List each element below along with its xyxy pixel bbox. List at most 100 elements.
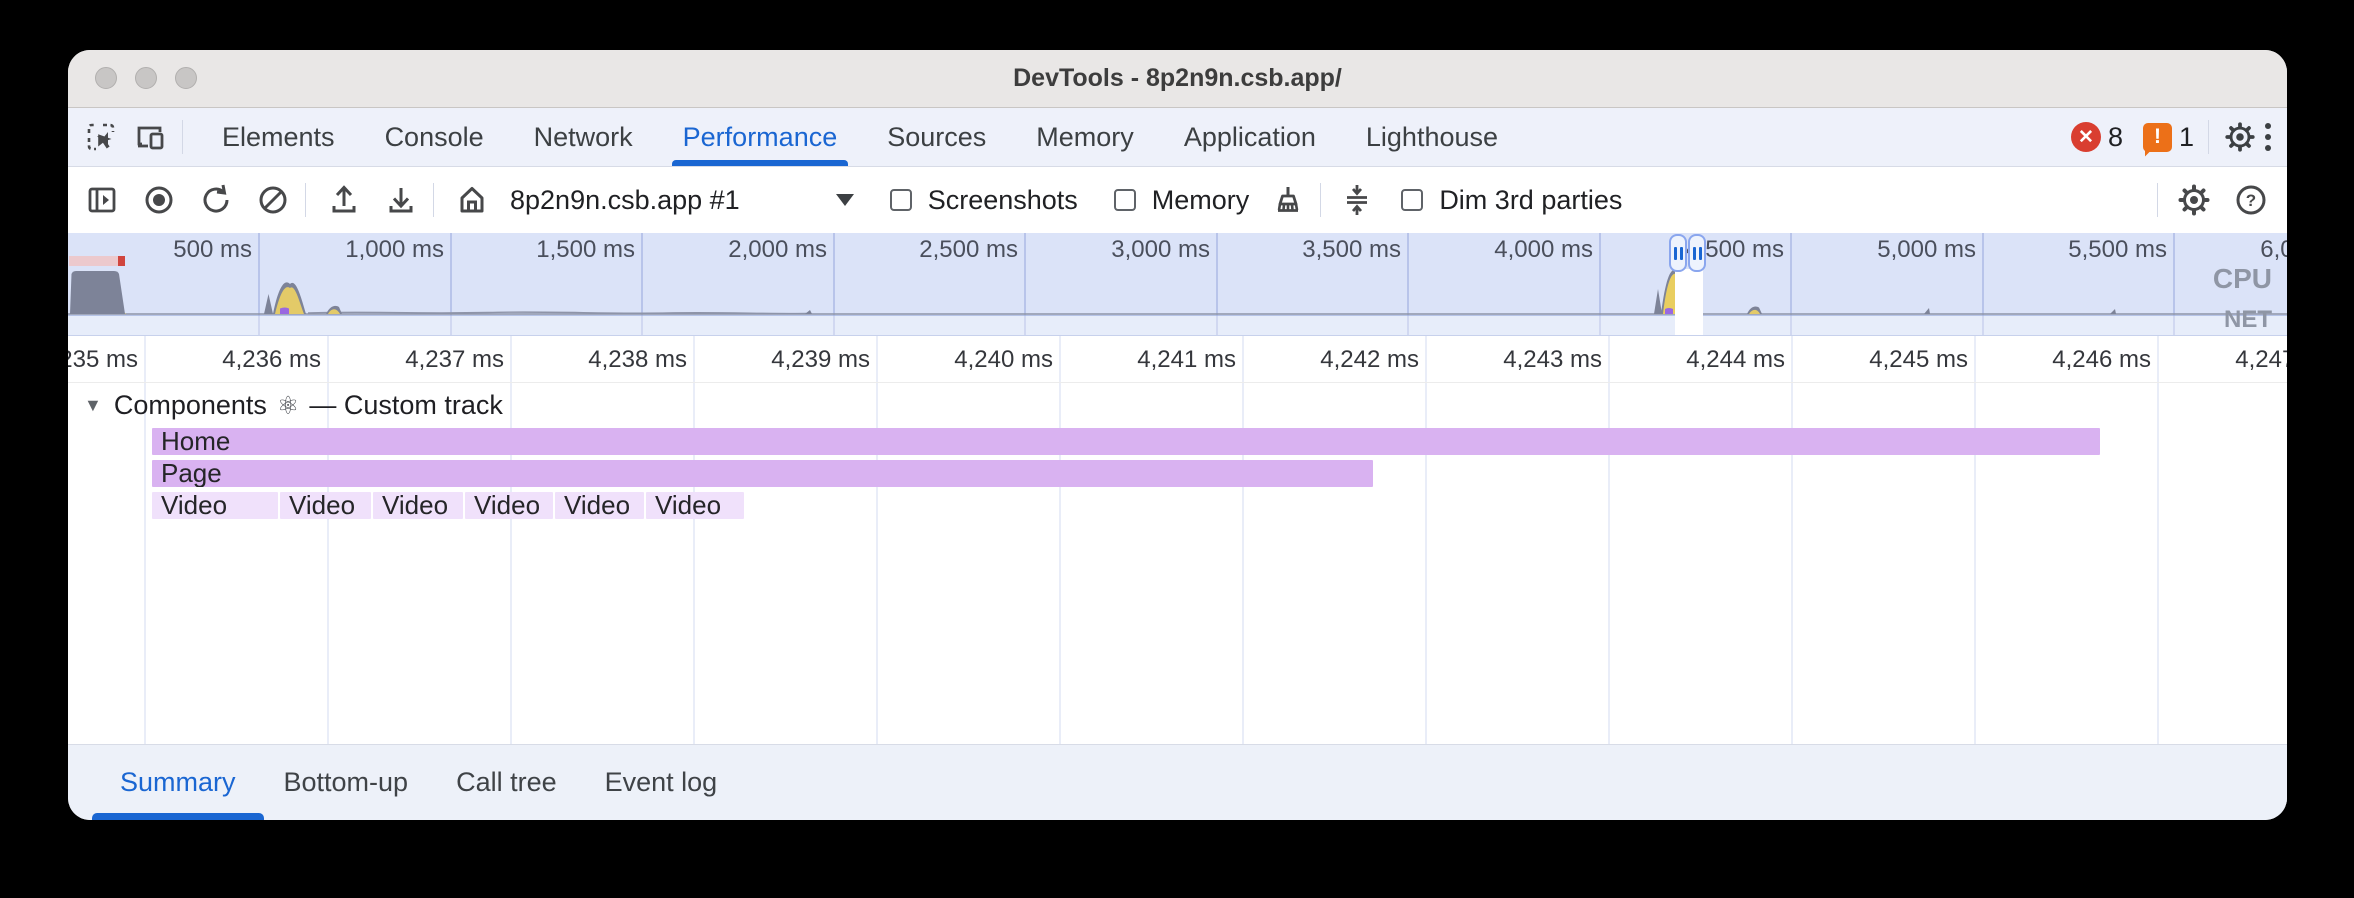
divider — [2208, 120, 2209, 154]
ruler-tick-label: 4,243 ms — [1503, 346, 1608, 374]
panel-tab[interactable]: Performance — [658, 108, 863, 166]
overview-tick-label: 2,000 ms — [728, 236, 833, 264]
ruler-tick-label: 4,240 ms — [954, 346, 1059, 374]
custom-track-header[interactable]: ▼ Components ⚛ — Custom track — [84, 390, 503, 421]
overview-tick-label: 2,500 ms — [919, 236, 1024, 264]
question-icon: ? — [2233, 182, 2269, 218]
panel-tab[interactable]: Console — [360, 108, 509, 166]
overview-network-lane — [68, 315, 2287, 335]
clear-button[interactable] — [255, 182, 291, 218]
record-button[interactable] — [141, 182, 177, 218]
component-timing-bar[interactable]: Video — [646, 492, 744, 519]
record-icon — [141, 182, 177, 218]
error-count[interactable]: 8 — [2108, 122, 2123, 153]
ruler-tick-label: 4,235 ms — [68, 346, 144, 374]
devtools-tab-bar: ElementsConsoleNetworkPerformanceSources… — [68, 108, 2287, 167]
checkbox[interactable] — [1114, 189, 1136, 211]
ruler-tick-label: 4,238 ms — [588, 346, 693, 374]
component-timing-bar[interactable]: Video — [555, 492, 644, 519]
selection-right-handle[interactable] — [1688, 234, 1706, 272]
target-selector[interactable]: 8p2n9n.csb.app #1 — [510, 185, 854, 216]
home-button[interactable] — [454, 182, 490, 218]
component-timing-bar[interactable]: Video — [152, 492, 278, 519]
toolbar-checkbox[interactable]: Memory — [1114, 185, 1250, 216]
bottom-tabs: SummaryBottom-upCall treeEvent log — [96, 745, 741, 820]
divider — [182, 120, 183, 154]
divider — [305, 183, 306, 217]
overview-tick-label: 1,500 ms — [536, 236, 641, 264]
toolbar-right: ? — [2143, 182, 2269, 218]
panel-tab[interactable]: Elements — [197, 108, 360, 166]
component-timing-bar[interactable]: Page — [152, 460, 1373, 487]
reload-and-record-button[interactable] — [198, 182, 234, 218]
overview-tick-label: 4,000 ms — [1494, 236, 1599, 264]
error-badge-icon[interactable]: ✕ — [2071, 122, 2101, 152]
timeline-overview[interactable]: 500 ms 1,000 ms 1,500 ms 2,000 ms 2,500 ms 3,… — [68, 233, 2287, 336]
panel-tab[interactable]: Application — [1159, 108, 1341, 166]
warning-count[interactable]: 1 — [2179, 122, 2194, 153]
inspect-element-button[interactable] — [84, 120, 118, 154]
divider — [433, 183, 434, 217]
overview-tick-label: 1,000 ms — [345, 236, 450, 264]
ruler-tick-label: 4,237 ms — [405, 346, 510, 374]
clear-icon — [255, 182, 291, 218]
overview-tick-label: 6,000 ms — [2260, 236, 2287, 264]
checkbox-label: Screenshots — [928, 185, 1078, 216]
devtools-window: DevTools - 8p2n9n.csb.app/ ElementsConso… — [68, 50, 2287, 820]
dock-panel-icon — [84, 182, 120, 218]
toolbar-checkboxes: Screenshots Memory — [854, 185, 1250, 216]
bottom-tab[interactable]: Event log — [581, 745, 742, 820]
panel-tab[interactable]: Memory — [1011, 108, 1159, 166]
collect-garbage-button[interactable] — [1270, 182, 1306, 218]
reload-icon — [198, 182, 234, 218]
overview-tick-label: 500 ms — [173, 236, 258, 264]
gear-icon — [2176, 182, 2212, 218]
ruler-tick-label: 4,239 ms — [771, 346, 876, 374]
save-profile-button[interactable] — [383, 182, 419, 218]
bottom-tab-bar: SummaryBottom-upCall treeEvent log — [68, 744, 2287, 820]
panel-tab[interactable]: Network — [509, 108, 658, 166]
component-timing-bar[interactable]: Video — [465, 492, 553, 519]
home-icon — [454, 182, 490, 218]
component-timing-bar[interactable]: Home — [152, 428, 2100, 455]
timeline-detail[interactable]: 4,235 ms 4,236 ms 4,237 ms 4,238 ms 4,239 ms… — [68, 336, 2287, 744]
warning-badge-icon[interactable]: ! — [2143, 123, 2172, 152]
toolbar-checkbox[interactable]: Screenshots — [890, 185, 1078, 216]
upload-icon — [326, 182, 362, 218]
help-button[interactable]: ? — [2233, 182, 2269, 218]
load-profile-button[interactable] — [326, 182, 362, 218]
bottom-tab[interactable]: Bottom-up — [260, 745, 433, 820]
checkbox[interactable] — [1401, 189, 1423, 211]
bottom-tab[interactable]: Call tree — [432, 745, 581, 820]
panel-tab[interactable]: Sources — [862, 108, 1011, 166]
target-label: 8p2n9n.csb.app #1 — [510, 185, 740, 216]
collapse-triangle-icon[interactable]: ▼ — [84, 395, 102, 416]
component-timing-bar[interactable]: Video — [280, 492, 371, 519]
component-timing-bar[interactable]: Video — [373, 492, 463, 519]
ruler-tick-label: 4,242 ms — [1320, 346, 1425, 374]
more-options-button[interactable] — [2265, 123, 2271, 151]
ruler-tick-label: 4,244 ms — [1686, 346, 1791, 374]
ruler-tick-label: 4,236 ms — [222, 346, 327, 374]
checkbox[interactable] — [890, 189, 912, 211]
react-atom-icon: ⚛ — [277, 391, 299, 421]
toggle-device-toolbar-button[interactable] — [134, 120, 168, 154]
collapse-sections-button[interactable] — [1339, 182, 1375, 218]
toggle-sidebar-button[interactable] — [84, 182, 120, 218]
selection-range[interactable] — [1675, 269, 1703, 335]
gear-icon — [2223, 119, 2257, 155]
bottom-tab[interactable]: Summary — [96, 745, 260, 820]
panel-tab[interactable]: Lighthouse — [1341, 108, 1523, 166]
overview-tick-label: 3,500 ms — [1302, 236, 1407, 264]
settings-button[interactable] — [2223, 120, 2257, 154]
performance-settings-button[interactable] — [2176, 182, 2212, 218]
checkbox-label: Dim 3rd parties — [1439, 185, 1622, 216]
tab-bar-right: ✕ 8 ! 1 — [2071, 120, 2271, 154]
device-toolbar-icon — [134, 120, 168, 154]
ruler-tick-label: 4,246 ms — [2052, 346, 2157, 374]
selection-left-handle[interactable] — [1669, 234, 1687, 272]
net-lane-label: NET — [2224, 306, 2272, 334]
dim-3rd-parties-checkbox[interactable]: Dim 3rd parties — [1401, 185, 1622, 216]
panel-tabs: ElementsConsoleNetworkPerformanceSources… — [197, 108, 1523, 166]
custom-track-area[interactable]: ▼ Components ⚛ — Custom track Home Page Vi… — [68, 382, 2287, 744]
